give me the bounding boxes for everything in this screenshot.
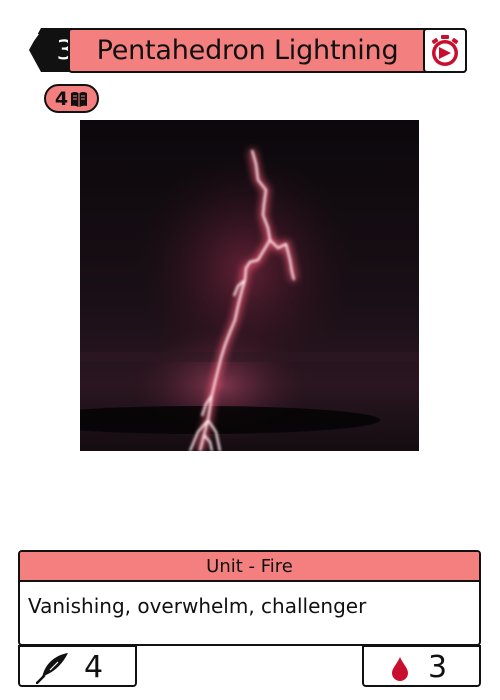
blood-drop-icon	[392, 657, 408, 681]
lightning-artwork	[80, 120, 419, 451]
card-art	[80, 120, 419, 451]
title-bar: Pentahedron Lightning	[68, 28, 467, 73]
fast-stopwatch-icon	[431, 34, 459, 66]
power-value: 4	[84, 649, 104, 685]
quill-icon	[36, 653, 68, 684]
card-text-box: Unit - Fire Vanishing, overwhelm, challe…	[18, 550, 481, 646]
badge-number: 4	[54, 87, 69, 110]
lightning-bolt-icon	[29, 27, 39, 45]
health-box: 3	[362, 645, 481, 687]
power-box: 4	[18, 645, 137, 687]
speed-indicator	[423, 28, 467, 73]
book-icon	[71, 91, 88, 107]
rules-text: Vanishing, overwhelm, challenger	[28, 594, 367, 618]
library-badge: 4	[44, 84, 99, 113]
type-line: Unit - Fire	[20, 552, 479, 582]
card-name: Pentahedron Lightning	[96, 35, 399, 66]
health-value: 3	[428, 649, 448, 685]
